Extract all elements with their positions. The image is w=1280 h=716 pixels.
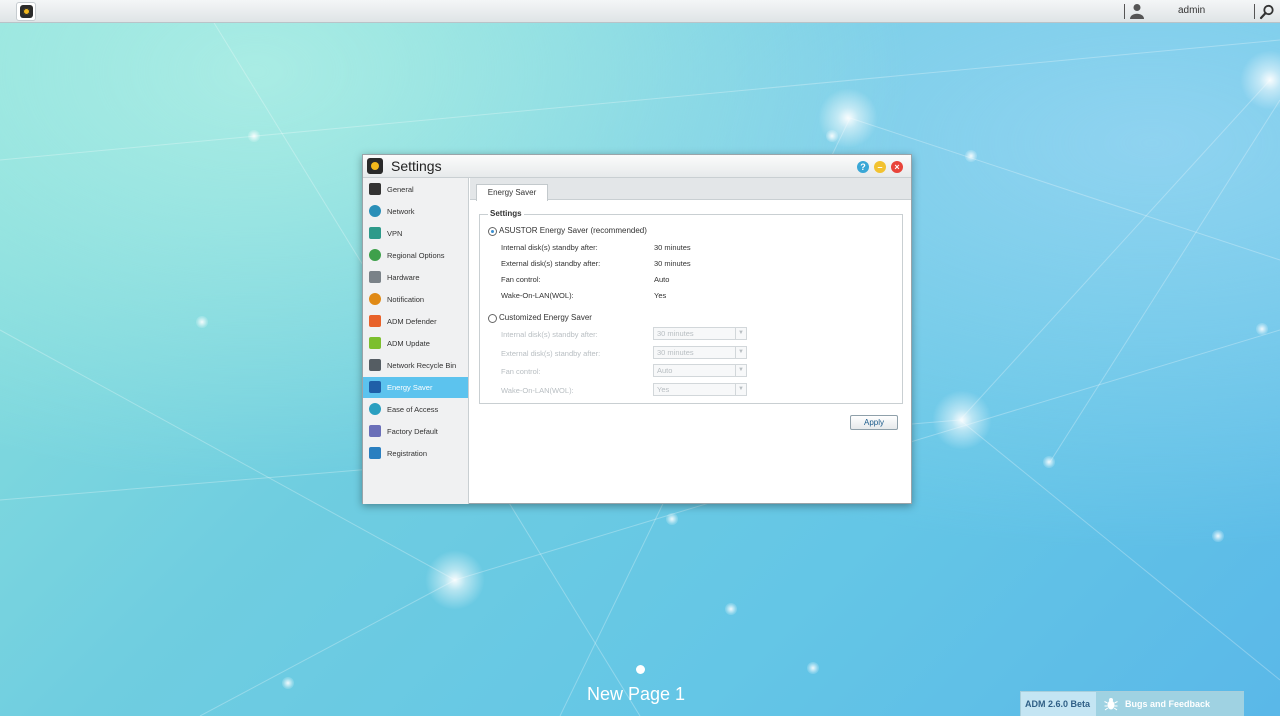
external-standby-value: 30 minutes <box>654 259 691 268</box>
sidebar-item-label: Energy Saver <box>387 383 433 392</box>
hardware-icon <box>369 271 381 283</box>
external-standby-label: External disk(s) standby after: <box>501 259 601 268</box>
minimize-icon[interactable]: – <box>874 161 886 173</box>
asustor-energy-saver-label[interactable]: ASUSTOR Energy Saver (recommended) <box>499 226 647 235</box>
bugs-feedback-label: Bugs and Feedback <box>1125 699 1211 709</box>
defender-icon <box>369 315 381 327</box>
sidebar-item-general[interactable]: General <box>363 179 468 200</box>
sidebar-item-label: Ease of Access <box>387 405 439 414</box>
apply-button[interactable]: Apply <box>850 415 898 430</box>
separator <box>1254 4 1255 19</box>
separator <box>1124 4 1125 19</box>
recycle-bin-icon <box>369 359 381 371</box>
custom-internal-standby-select[interactable]: 30 minutes ▼ <box>653 327 747 340</box>
sidebar-item-energy-saver[interactable]: Energy Saver <box>363 377 468 398</box>
tab-strip: Energy Saver <box>470 178 911 201</box>
sidebar-item-registration[interactable]: Registration <box>363 443 468 464</box>
cloud-icon <box>369 403 381 415</box>
notification-icon <box>369 293 381 305</box>
sidebar-item-ease-of-access[interactable]: Ease of Access <box>363 399 468 420</box>
select-value: Auto <box>657 366 673 375</box>
chevron-down-icon: ▼ <box>735 384 746 395</box>
sidebar-item-label: VPN <box>387 229 403 238</box>
regional-icon <box>369 249 381 261</box>
close-icon[interactable]: × <box>891 161 903 173</box>
customized-energy-saver-label[interactable]: Customized Energy Saver <box>499 313 592 322</box>
fan-control-value: Auto <box>654 275 670 284</box>
chevron-down-icon: ▼ <box>735 347 746 358</box>
adm-status-bar: ADM 2.6.0 Beta Bugs and Feedback <box>1020 691 1244 716</box>
sidebar-item-network-recycle-bin[interactable]: Network Recycle Bin <box>363 355 468 376</box>
custom-external-standby-label: External disk(s) standby after: <box>501 349 601 358</box>
registration-icon <box>369 447 381 459</box>
customized-energy-saver-radio[interactable] <box>488 314 497 323</box>
sidebar-item-adm-update[interactable]: ADM Update <box>363 333 468 354</box>
bug-icon <box>1104 698 1118 711</box>
tab-energy-saver[interactable]: Energy Saver <box>476 184 548 201</box>
taskbar: admin <box>0 0 1280 23</box>
sidebar-item-factory-default[interactable]: Factory Default <box>363 421 468 442</box>
sidebar-item-label: General <box>387 185 414 194</box>
sidebar-item-vpn[interactable]: VPN <box>363 223 468 244</box>
sidebar-item-network[interactable]: Network <box>363 201 468 222</box>
update-icon <box>369 337 381 349</box>
sidebar-item-label: ADM Defender <box>387 317 437 326</box>
custom-wol-label: Wake-On-LAN(WOL): <box>501 386 574 395</box>
custom-wol-select[interactable]: Yes ▼ <box>653 383 747 396</box>
custom-fan-control-select[interactable]: Auto ▼ <box>653 364 747 377</box>
settings-group-legend: Settings <box>488 209 524 218</box>
sidebar-item-adm-defender[interactable]: ADM Defender <box>363 311 468 332</box>
bugs-feedback-button[interactable]: Bugs and Feedback <box>1096 692 1244 716</box>
general-icon <box>369 183 381 195</box>
settings-app-icon <box>367 158 383 174</box>
select-value: 30 minutes <box>657 348 694 357</box>
sidebar-item-label: Factory Default <box>387 427 438 436</box>
custom-internal-standby-label: Internal disk(s) standby after: <box>501 330 598 339</box>
asustor-energy-saver-radio[interactable] <box>488 227 497 236</box>
sidebar-item-label: Registration <box>387 449 428 458</box>
custom-fan-control-label: Fan control: <box>501 367 541 376</box>
globe-icon <box>369 205 381 217</box>
custom-external-standby-select[interactable]: 30 minutes ▼ <box>653 346 747 359</box>
page-label: New Page 1 <box>587 684 686 704</box>
search-icon[interactable] <box>1259 4 1275 20</box>
user-name[interactable]: admin <box>1178 5 1205 16</box>
chevron-down-icon: ▼ <box>735 365 746 376</box>
adm-logo-icon[interactable] <box>16 2 36 21</box>
page-indicator-dot[interactable] <box>636 665 645 674</box>
sidebar-item-label: Hardware <box>387 273 420 282</box>
sidebar-item-label: Network Recycle Bin <box>387 361 457 370</box>
sidebar-item-label: ADM Update <box>387 339 430 348</box>
sidebar-item-regional-options[interactable]: Regional Options <box>363 245 468 266</box>
help-icon[interactable]: ? <box>857 161 869 173</box>
sidebar-item-hardware[interactable]: Hardware <box>363 267 468 288</box>
window-title: Settings <box>391 158 442 174</box>
sidebar-item-label: Notification <box>387 295 425 304</box>
wol-label: Wake-On-LAN(WOL): <box>501 291 574 300</box>
energy-icon <box>369 381 381 393</box>
sidebar-item-label: Regional Options <box>387 251 445 260</box>
vpn-icon <box>369 227 381 239</box>
window-titlebar[interactable]: Settings ? – × <box>363 155 911 178</box>
select-value: 30 minutes <box>657 329 694 338</box>
adm-version: ADM 2.6.0 Beta <box>1025 699 1091 709</box>
fan-control-label: Fan control: <box>501 275 541 284</box>
internal-standby-label: Internal disk(s) standby after: <box>501 243 598 252</box>
internal-standby-value: 30 minutes <box>654 243 691 252</box>
user-icon[interactable] <box>1130 3 1144 19</box>
chevron-down-icon: ▼ <box>735 328 746 339</box>
wol-value: Yes <box>654 291 667 300</box>
sidebar-item-notification[interactable]: Notification <box>363 289 468 310</box>
settings-window: Settings ? – × General Network VPN Regio… <box>362 154 912 504</box>
reset-icon <box>369 425 381 437</box>
settings-sidebar: General Network VPN Regional Options Har… <box>363 178 469 504</box>
sidebar-item-label: Network <box>387 207 415 216</box>
select-value: Yes <box>657 385 670 394</box>
